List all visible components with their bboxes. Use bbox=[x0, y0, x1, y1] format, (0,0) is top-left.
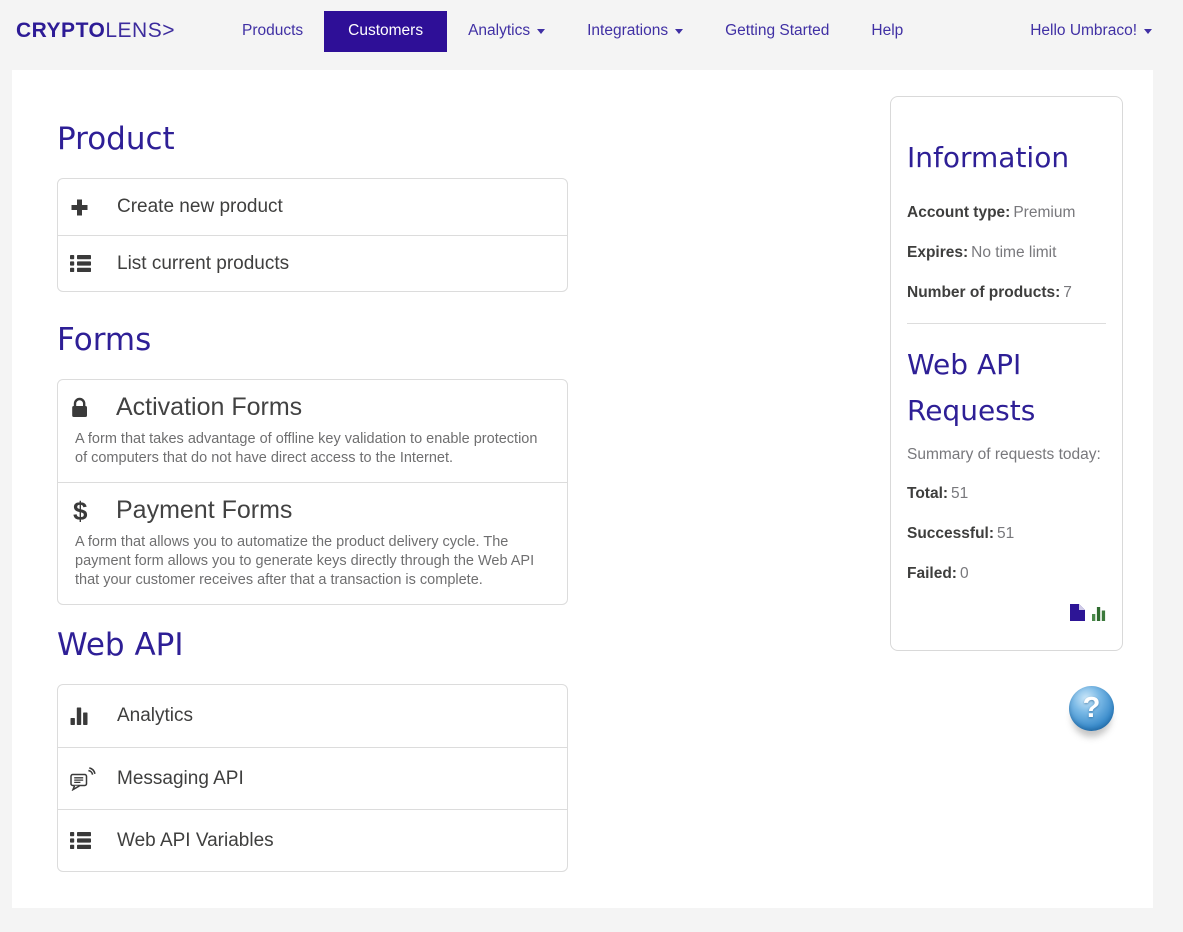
user-menu[interactable]: Hello Umbraco! bbox=[1030, 22, 1152, 40]
bar-chart-icon bbox=[70, 707, 117, 725]
field-value: 7 bbox=[1063, 284, 1072, 301]
field-value: Premium bbox=[1013, 204, 1076, 221]
field-value: 51 bbox=[951, 485, 969, 502]
requests-summary-text: Summary of requests today: bbox=[907, 446, 1101, 463]
question-icon: ? bbox=[1082, 692, 1101, 724]
field-value: No time limit bbox=[971, 244, 1057, 261]
web-api-section-heading: Web API bbox=[57, 627, 184, 663]
web-api-panel: Analytics Messaging API Web API Variable… bbox=[57, 684, 568, 872]
field-label: Total: bbox=[907, 485, 949, 502]
expires-field: Expires: No time limit bbox=[907, 243, 1106, 263]
row-label: Analytics bbox=[117, 705, 194, 726]
form-title: Activation Forms bbox=[116, 393, 303, 421]
form-title: Payment Forms bbox=[116, 496, 293, 524]
failed-requests-field: Failed: 0 bbox=[907, 564, 1106, 584]
main-column: Product Create new product List current … bbox=[57, 70, 568, 872]
row-label: Messaging API bbox=[117, 767, 244, 789]
nav-item-label: Integrations bbox=[587, 22, 669, 39]
nav-item-products[interactable]: Products bbox=[221, 0, 324, 62]
field-label: Successful: bbox=[907, 525, 995, 542]
field-label: Number of products: bbox=[907, 284, 1061, 301]
plus-icon bbox=[70, 198, 117, 217]
list-icon bbox=[70, 255, 117, 272]
field-value: 0 bbox=[959, 565, 969, 582]
product-panel: Create new product List current products bbox=[57, 178, 568, 292]
account-type-field: Account type: Premium bbox=[907, 203, 1106, 223]
nav-item-analytics[interactable]: Analytics bbox=[447, 0, 566, 62]
nav-item-getting-started[interactable]: Getting Started bbox=[704, 0, 850, 62]
nav-item-label: Customers bbox=[348, 22, 424, 39]
bar-chart-green-icon[interactable] bbox=[1092, 606, 1106, 621]
nav-item-integrations[interactable]: Integrations bbox=[566, 0, 704, 62]
nav-item-label: Analytics bbox=[468, 22, 531, 39]
web-api-variables-item[interactable]: Web API Variables bbox=[58, 809, 567, 871]
payment-forms-item[interactable]: $ Payment Forms A form that allows you t… bbox=[58, 482, 567, 604]
field-label: Failed: bbox=[907, 565, 957, 582]
lock-icon bbox=[70, 397, 116, 418]
field-label: Expires: bbox=[907, 244, 969, 261]
requests-action-icons bbox=[907, 604, 1106, 621]
number-of-products-field: Number of products: 7 bbox=[907, 283, 1106, 303]
list-current-products-item[interactable]: List current products bbox=[58, 235, 567, 291]
nav-item-label: Help bbox=[871, 22, 904, 39]
help-question-button[interactable]: ? bbox=[1069, 686, 1114, 731]
successful-requests-field: Successful: 51 bbox=[907, 524, 1106, 544]
nav-menu: Products Customers Analytics Integration… bbox=[221, 0, 924, 62]
row-label: Web API Variables bbox=[117, 829, 274, 851]
list-icon bbox=[70, 832, 117, 849]
info-sidebar-panel: Information Account type: Premium Expires… bbox=[890, 96, 1123, 651]
main-content-area: Product Create new product List current … bbox=[12, 70, 1153, 908]
messaging-icon bbox=[70, 766, 117, 791]
field-value: 51 bbox=[997, 525, 1015, 542]
row-label: List current products bbox=[117, 252, 290, 274]
file-icon[interactable] bbox=[1070, 604, 1085, 621]
analytics-item[interactable]: Analytics bbox=[58, 685, 567, 747]
web-api-requests-heading: Web API Requests bbox=[907, 348, 1036, 427]
form-description: A form that takes advantage of offline k… bbox=[75, 431, 538, 466]
nav-item-help[interactable]: Help bbox=[850, 0, 924, 62]
chevron-down-icon bbox=[675, 28, 684, 34]
user-menu-label: Hello Umbraco! bbox=[1030, 22, 1137, 39]
sidebar-divider bbox=[907, 323, 1106, 324]
activation-forms-item[interactable]: Activation Forms A form that takes advan… bbox=[58, 380, 567, 482]
nav-item-label: Getting Started bbox=[725, 22, 830, 39]
logo-text-light: LENS> bbox=[105, 19, 175, 42]
navbar: CRYPTOLENS> Products Customers Analytics… bbox=[0, 0, 1183, 62]
field-label: Account type: bbox=[907, 204, 1011, 221]
create-new-product-item[interactable]: Create new product bbox=[58, 179, 567, 235]
product-section-heading: Product bbox=[57, 121, 175, 157]
messaging-api-item[interactable]: Messaging API bbox=[58, 747, 567, 809]
forms-section-heading: Forms bbox=[57, 322, 152, 358]
nav-item-customers[interactable]: Customers bbox=[324, 10, 448, 52]
cryptolens-logo[interactable]: CRYPTOLENS> bbox=[16, 19, 175, 43]
information-heading: Information bbox=[907, 141, 1070, 174]
chevron-down-icon bbox=[537, 28, 546, 34]
forms-panel: Activation Forms A form that takes advan… bbox=[57, 379, 568, 605]
row-label: Create new product bbox=[117, 196, 283, 217]
dollar-icon: $ bbox=[73, 495, 88, 526]
nav-item-label: Products bbox=[241, 22, 304, 39]
chevron-down-icon bbox=[1144, 28, 1152, 34]
logo-text-bold: CRYPTO bbox=[16, 19, 106, 42]
total-requests-field: Total: 51 bbox=[907, 484, 1106, 504]
form-description: A form that allows you to automatize the… bbox=[75, 534, 535, 588]
